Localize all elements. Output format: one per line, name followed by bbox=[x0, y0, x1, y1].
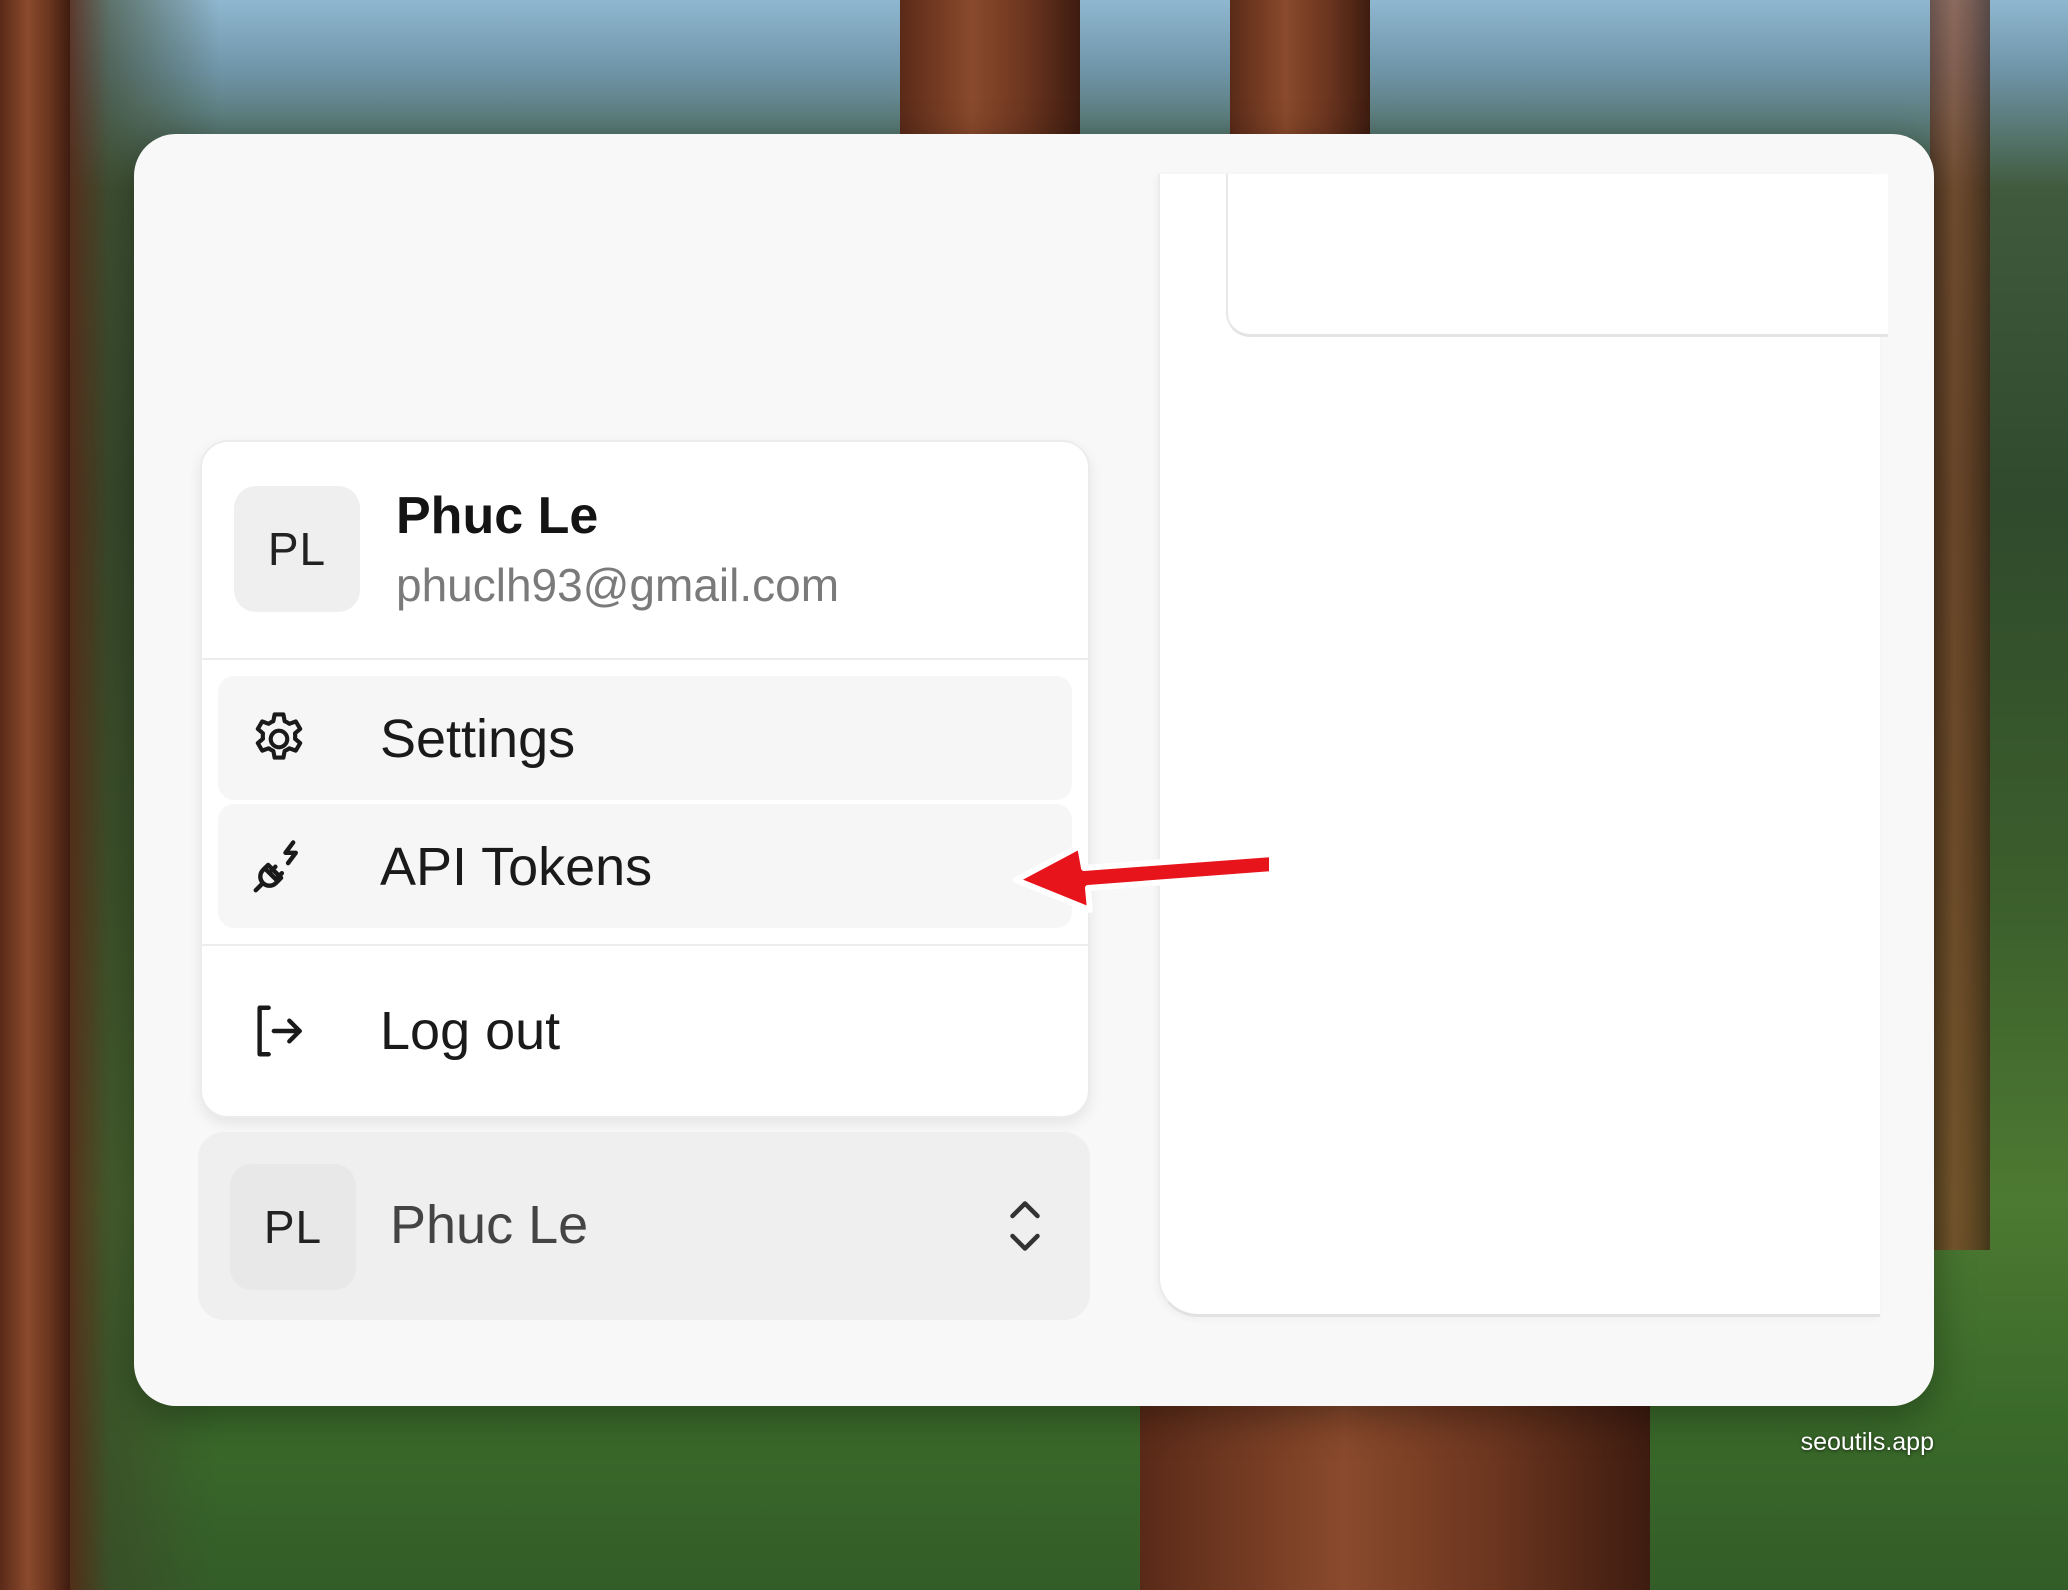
menu-divider bbox=[202, 944, 1088, 946]
app-window: PL Phuc Le phuclh93@gmail.com Settings A… bbox=[134, 134, 1934, 1406]
user-switcher-button[interactable]: PL Phuc Le bbox=[198, 1132, 1090, 1320]
logout-icon bbox=[257, 1005, 302, 1057]
user-email: phuclh93@gmail.com bbox=[396, 559, 840, 611]
menu-item-label: Log out bbox=[380, 1001, 561, 1061]
main-content-panel bbox=[1158, 174, 1888, 1317]
avatar: PL bbox=[230, 1164, 356, 1290]
tree-trunk bbox=[1230, 0, 1370, 140]
user-name: Phuc Le bbox=[396, 487, 599, 545]
user-dropdown-menu: PL Phuc Le phuclh93@gmail.com Settings A… bbox=[200, 440, 1090, 1118]
menu-item-label: Settings bbox=[380, 709, 576, 769]
menu-item-logout[interactable]: Log out bbox=[218, 968, 1072, 1092]
menu-item-label: API Tokens bbox=[380, 837, 653, 897]
tree-trunk bbox=[0, 0, 70, 1590]
avatar: PL bbox=[234, 486, 360, 612]
user-profile-header: PL Phuc Le phuclh93@gmail.com bbox=[202, 442, 1088, 660]
watermark: seoutils.app bbox=[1800, 1428, 1934, 1456]
tree-trunk bbox=[900, 0, 1080, 140]
plug-icon bbox=[253, 840, 298, 893]
tree-trunk bbox=[1140, 1400, 1650, 1590]
menu-item-settings[interactable]: Settings bbox=[218, 676, 1072, 800]
content-card bbox=[1226, 174, 1888, 337]
switcher-user-name: Phuc Le bbox=[390, 1195, 589, 1255]
menu-item-api-tokens[interactable]: API Tokens bbox=[218, 804, 1072, 928]
gear-icon bbox=[255, 712, 303, 760]
chevron-up-down-icon bbox=[1010, 1201, 1040, 1251]
tree-trunk bbox=[1930, 0, 1990, 1250]
annotation-arrow-icon bbox=[1013, 843, 1275, 913]
